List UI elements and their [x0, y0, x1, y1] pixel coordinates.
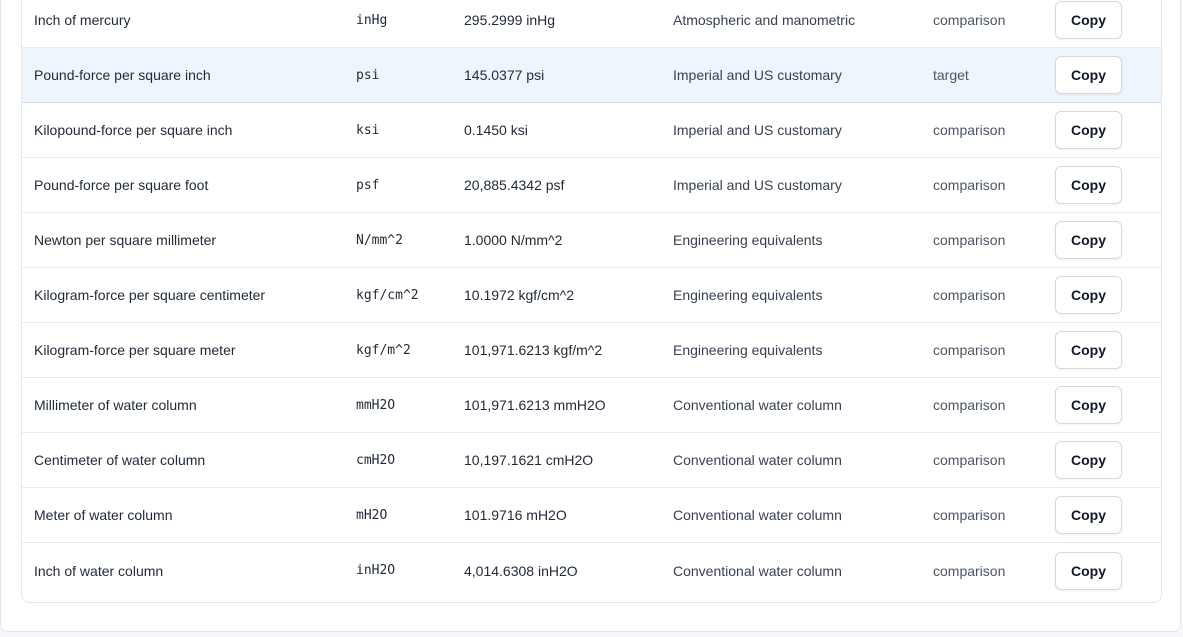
row-actions: Copy [1055, 543, 1122, 598]
unit-symbol: mH2O [356, 507, 388, 523]
table-row: Meter of water column mH2O 101.9716 mH2O Co… [22, 488, 1161, 543]
unit-name: Newton per square millimeter [34, 232, 217, 248]
copy-button[interactable]: Copy [1055, 166, 1122, 204]
row-actions: Copy [1055, 433, 1122, 487]
unit-symbol: inH2O [356, 563, 396, 578]
copy-button[interactable]: Copy [1055, 1, 1122, 39]
copy-button[interactable]: Copy [1055, 331, 1122, 369]
unit-name: Kilopound-force per square inch [34, 122, 233, 138]
row-actions: Copy [1055, 103, 1122, 157]
unit-group: Imperial and US customary [673, 67, 842, 83]
row-role: comparison [933, 122, 1006, 138]
row-actions: Copy [1055, 323, 1122, 377]
row-actions: Copy [1055, 0, 1122, 47]
copy-button[interactable]: Copy [1055, 386, 1122, 424]
copy-button[interactable]: Copy [1055, 496, 1122, 534]
row-role: comparison [933, 232, 1006, 248]
table-row: Inch of water column inH2O 4,014.6308 inH2… [22, 543, 1161, 598]
copy-button[interactable]: Copy [1055, 56, 1122, 94]
converted-value: 145.0377 psi [464, 67, 545, 83]
converted-value: 101,971.6213 kgf/m^2 [464, 342, 603, 358]
row-role: comparison [933, 507, 1006, 523]
unit-symbol: psi [356, 67, 380, 83]
row-role: comparison [933, 177, 1006, 193]
page-panel: Inch of mercury inHg 295.2999 inHg Atmosphe… [0, 0, 1181, 632]
units-table: Inch of mercury inHg 295.2999 inHg Atmosphe… [21, 0, 1162, 603]
copy-button[interactable]: Copy [1055, 221, 1122, 259]
unit-symbol: kgf/m^2 [356, 342, 411, 358]
unit-symbol: mmH2O [356, 397, 396, 413]
unit-name: Millimeter of water column [34, 397, 197, 413]
converted-value: 4,014.6308 inH2O [464, 562, 578, 579]
copy-button[interactable]: Copy [1055, 111, 1122, 149]
unit-symbol: N/mm^2 [356, 232, 403, 248]
row-role: comparison [933, 342, 1006, 358]
row-role: comparison [933, 562, 1006, 579]
units-table-body: Inch of mercury inHg 295.2999 inHg Atmosphe… [22, 0, 1161, 598]
converted-value: 20,885.4342 psf [464, 177, 565, 193]
unit-name: Centimeter of water column [34, 452, 206, 468]
unit-group: Conventional water column [673, 452, 842, 468]
unit-name: Kilogram-force per square meter [34, 342, 236, 358]
converted-value: 0.1450 ksi [464, 122, 528, 138]
unit-symbol: inHg [356, 12, 388, 28]
copy-button[interactable]: Copy [1055, 441, 1122, 479]
row-actions: Copy [1055, 158, 1122, 212]
unit-symbol: ksi [356, 122, 380, 138]
converted-value: 10.1972 kgf/cm^2 [464, 287, 575, 303]
unit-group: Conventional water column [673, 397, 842, 413]
table-row: Centimeter of water column cmH2O 10,197.16… [22, 433, 1161, 488]
row-actions: Copy [1055, 48, 1122, 102]
unit-group: Imperial and US customary [673, 122, 842, 138]
converted-value: 1.0000 N/mm^2 [464, 232, 563, 248]
table-row: Pound-force per square inch psi 145.0377 p… [22, 48, 1161, 103]
row-role: target [933, 67, 969, 83]
table-row: Pound-force per square foot psf 20,885.434… [22, 158, 1161, 213]
converted-value: 295.2999 inHg [464, 12, 556, 28]
unit-group: Atmospheric and manometric [673, 12, 856, 28]
table-row: Newton per square millimeter N/mm^2 1.0000… [22, 213, 1161, 268]
converted-value: 101,971.6213 mmH2O [464, 397, 606, 413]
copy-button[interactable]: Copy [1055, 276, 1122, 314]
row-role: comparison [933, 452, 1006, 468]
copy-button[interactable]: Copy [1055, 551, 1122, 590]
converted-value: 10,197.1621 cmH2O [464, 452, 594, 468]
unit-group: Conventional water column [673, 507, 842, 523]
unit-group: Engineering equivalents [673, 287, 823, 303]
unit-name: Inch of mercury [34, 12, 131, 28]
unit-symbol: kgf/cm^2 [356, 287, 419, 303]
unit-symbol: psf [356, 177, 380, 193]
row-actions: Copy [1055, 268, 1122, 322]
row-role: comparison [933, 12, 1006, 28]
unit-group: Engineering equivalents [673, 342, 823, 358]
unit-name: Inch of water column [34, 562, 164, 579]
row-actions: Copy [1055, 488, 1122, 542]
table-row: Kilogram-force per square centimeter kgf/… [22, 268, 1161, 323]
unit-group: Imperial and US customary [673, 177, 842, 193]
unit-group: Conventional water column [673, 562, 842, 579]
row-actions: Copy [1055, 378, 1122, 432]
row-role: comparison [933, 397, 1006, 413]
row-actions: Copy [1055, 213, 1122, 267]
unit-symbol: cmH2O [356, 452, 396, 468]
converted-value: 101.9716 mH2O [464, 507, 567, 523]
unit-name: Meter of water column [34, 507, 173, 523]
unit-name: Pound-force per square foot [34, 177, 209, 193]
table-row: Kilogram-force per square meter kgf/m^2 10… [22, 323, 1161, 378]
table-row: Kilopound-force per square inch ksi 0.1450… [22, 103, 1161, 158]
table-row: Millimeter of water column mmH2O 101,971.6… [22, 378, 1161, 433]
unit-group: Engineering equivalents [673, 232, 823, 248]
row-role: comparison [933, 287, 1006, 303]
unit-name: Pound-force per square inch [34, 67, 211, 83]
unit-name: Kilogram-force per square centimeter [34, 287, 266, 303]
table-row: Inch of mercury inHg 295.2999 inHg Atmosphe… [22, 0, 1161, 48]
